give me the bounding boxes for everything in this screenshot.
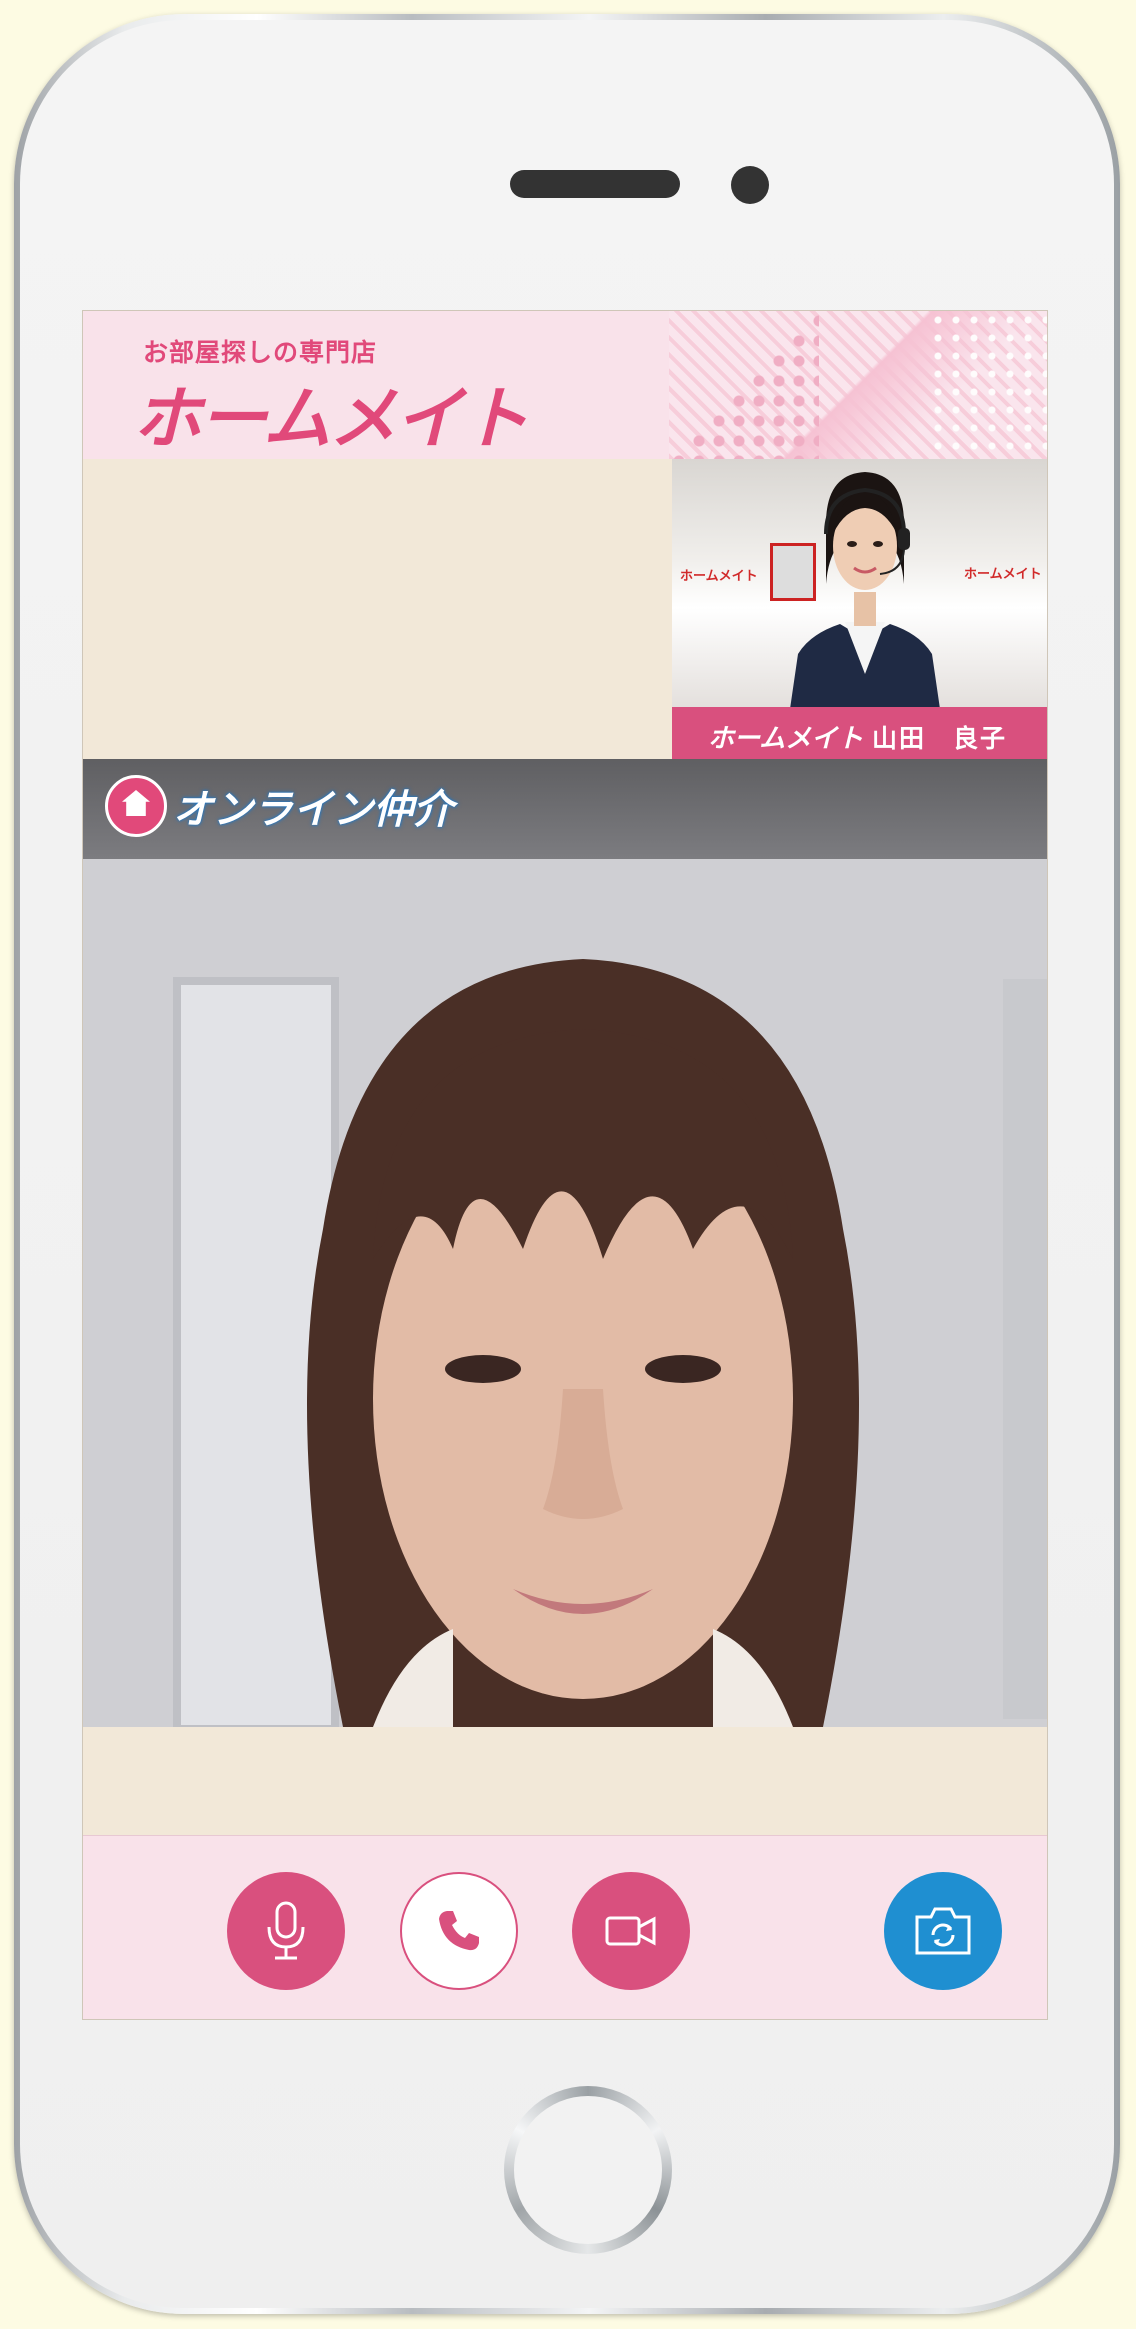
- agent-name-label: ホームメイト 山田 良子: [672, 707, 1047, 759]
- front-camera: [731, 166, 769, 204]
- microphone-button[interactable]: [227, 1872, 345, 1990]
- agent-video-tile: ホームメイト ホームメイト ホームメイト 山田 良子: [672, 459, 1047, 759]
- office-sign-left: ホームメイト: [680, 569, 758, 584]
- background-wall: [1003, 979, 1047, 1719]
- video-camera-icon: [605, 1916, 656, 1946]
- app-header: お部屋探しの専門店 ホームメイト: [83, 311, 1047, 459]
- agent-portrait: [790, 472, 940, 709]
- earpiece-speaker: [510, 170, 680, 198]
- app-screen: お部屋探しの専門店 ホームメイト ホームメイト ホームメイト ホームメイト 山田…: [82, 310, 1048, 2020]
- mic-icon: [267, 1901, 305, 1960]
- call-controls: [83, 1835, 1047, 2019]
- self-video-feed: オンライン仲介: [83, 759, 1047, 1727]
- service-logo: オンライン仲介: [173, 787, 453, 833]
- header-decoration: [669, 311, 1047, 459]
- agent-brand: ホームメイト: [708, 724, 864, 754]
- agent-name: 山田 良子: [872, 724, 1008, 753]
- office-sign-right: ホームメイト: [964, 567, 1042, 582]
- video-overlay-bar: オンライン仲介: [83, 759, 1047, 859]
- phone-icon: [439, 1911, 479, 1951]
- house-icon: [105, 775, 167, 837]
- camera-flip-icon: [915, 1907, 971, 1955]
- switch-camera-button[interactable]: [884, 1872, 1002, 1990]
- spacer-strip: [83, 1727, 1047, 1835]
- video-toggle-button[interactable]: [572, 1872, 690, 1990]
- call-button[interactable]: [400, 1872, 518, 1990]
- brand-logo: ホームメイト: [133, 380, 529, 459]
- home-button[interactable]: [504, 2086, 672, 2254]
- user-portrait: [307, 959, 859, 1727]
